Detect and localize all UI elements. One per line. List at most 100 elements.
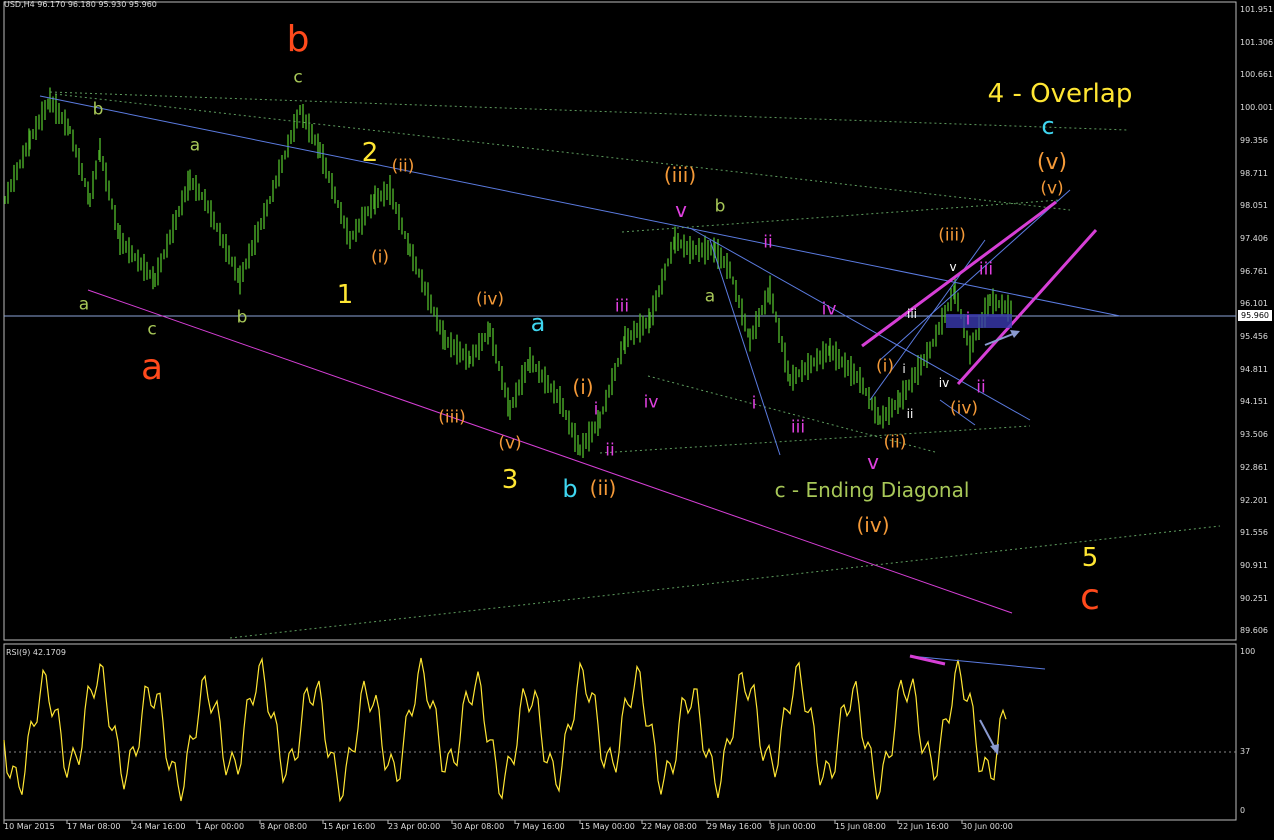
price-tick: 94.811 [1240, 364, 1268, 374]
wave-label: ii [976, 377, 986, 398]
wave-label: a [704, 286, 716, 307]
wave-label: iii [790, 417, 806, 438]
wave-label: iv [938, 376, 950, 390]
price-tick: 91.556 [1240, 528, 1268, 538]
dotted-upper-line [49, 91, 1129, 131]
wave-label: (iv) [856, 513, 890, 537]
price-tick: 94.151 [1240, 397, 1268, 407]
wave-label: b [236, 307, 248, 328]
price-tick: 98.711 [1240, 168, 1268, 178]
time-tick: 24 Mar 16:00 [132, 822, 186, 831]
wave-label: b [286, 19, 310, 60]
wave-label: iii [906, 307, 918, 321]
wave-label: 2 [361, 138, 379, 168]
wave-label: (v) [1040, 178, 1064, 199]
price-tick: 101.306 [1240, 37, 1274, 47]
rsi-trend-line [909, 655, 1046, 670]
wave-label: (iii) [663, 163, 697, 187]
price-tick: 90.251 [1240, 593, 1268, 603]
wave-label: ii [763, 232, 773, 253]
price-tick: 96.101 [1240, 299, 1268, 309]
wave-label: i [751, 393, 757, 414]
time-tick: 15 Apr 16:00 [323, 822, 376, 831]
time-tick: 22 Jun 16:00 [898, 822, 949, 831]
wave-label: i [965, 309, 971, 330]
rsi-info: RSI(9) 42.1709 [6, 648, 66, 657]
time-tick: 1 Apr 00:00 [197, 822, 245, 831]
price-tick: 98.051 [1240, 201, 1268, 211]
wave-label: (iv) [475, 289, 505, 310]
price-candles [4, 87, 1012, 458]
wave-label: iv [821, 299, 837, 320]
wave-label: v [949, 260, 957, 274]
wave-label: 1 [336, 280, 354, 310]
time-tick: 15 May 00:00 [580, 822, 635, 831]
price-tick: 99.356 [1240, 135, 1268, 145]
price-tick: 92.201 [1240, 495, 1268, 505]
time-tick: 22 May 08:00 [642, 822, 697, 831]
wave-label: v [675, 198, 687, 222]
wave-label: iii [614, 296, 630, 317]
wave-label: b [714, 196, 726, 217]
price-tick: 89.606 [1240, 626, 1268, 636]
channel-line-c [879, 189, 1071, 361]
wave-label: i [902, 362, 906, 376]
rsi-level-100: 100 [1240, 647, 1256, 656]
wave-label: ii [605, 440, 615, 461]
wave-label: c [1080, 577, 1100, 618]
dotted-diagonal-upper [621, 199, 1061, 233]
wave-label: 4 - Overlap [987, 79, 1133, 109]
price-tick: 96.761 [1240, 266, 1268, 276]
upper-channel-line [39, 95, 1121, 317]
wave-label: i [593, 399, 599, 420]
rsi-panel-frame [3, 643, 1237, 821]
time-tick: 30 Apr 08:00 [452, 822, 505, 831]
wave-label: 3 [501, 465, 519, 495]
dotted-lower-line [229, 525, 1221, 639]
wave-label: (iv) [949, 398, 979, 419]
rsi-line [3, 656, 1007, 803]
wave-label: b [562, 475, 578, 503]
dotted-diagonal-lower [599, 425, 1031, 454]
wave-label: a [140, 347, 164, 388]
time-tick: 29 May 16:00 [707, 822, 762, 831]
wave-label: iv [643, 392, 659, 413]
time-tick: 30 Jun 00:00 [962, 822, 1013, 831]
rsi-level-0: 0 [1240, 806, 1246, 815]
price-tick: 101.951 [1240, 5, 1274, 14]
wave-label: a [78, 294, 90, 315]
wave-label: ii [906, 407, 914, 421]
time-tick: 10 Mar 2015 [4, 822, 55, 831]
price-tick: 97.406 [1240, 233, 1268, 243]
wave-label: (i) [876, 356, 894, 377]
time-tick: 7 May 16:00 [515, 822, 565, 831]
diagonal-steep-line [709, 239, 781, 456]
wave-label: a [530, 309, 546, 337]
time-tick: 15 Jun 08:00 [835, 822, 886, 831]
wave-label: c [293, 67, 303, 88]
rsi-arrow-head [990, 744, 999, 755]
rsi-level-37: 37 [1240, 747, 1251, 756]
price-tick: 100.661 [1240, 70, 1274, 80]
wave-label: (i) [572, 375, 594, 399]
wave-label: c [147, 319, 157, 340]
time-tick: 17 Mar 08:00 [67, 822, 121, 831]
dotted-upper-line-2 [54, 93, 1071, 211]
wave-label: b [92, 99, 104, 120]
symbol-info: USD,H4 96.170 96.180 95.930 95.960 [4, 0, 157, 9]
current-price-box: 95.960 [1238, 310, 1272, 321]
wave-label: (iii) [938, 225, 966, 246]
time-tick: 8 Jun 00:00 [770, 822, 816, 831]
price-tick: 100.001 [1240, 103, 1274, 113]
wave-label: v [867, 450, 879, 474]
price-tick: 95.456 [1240, 332, 1268, 341]
wave-label: (ii) [883, 432, 907, 453]
wave-label: iii [978, 259, 994, 280]
wave-label: (iii) [438, 407, 466, 428]
time-tick: 8 Apr 08:00 [260, 822, 308, 831]
wave-label: (ii) [589, 476, 617, 500]
time-tick: 23 Apr 00:00 [388, 822, 441, 831]
wave-label: c - Ending Diagonal [774, 478, 970, 502]
wave-label: 5 [1081, 543, 1099, 573]
chart-canvas[interactable] [0, 0, 1274, 840]
